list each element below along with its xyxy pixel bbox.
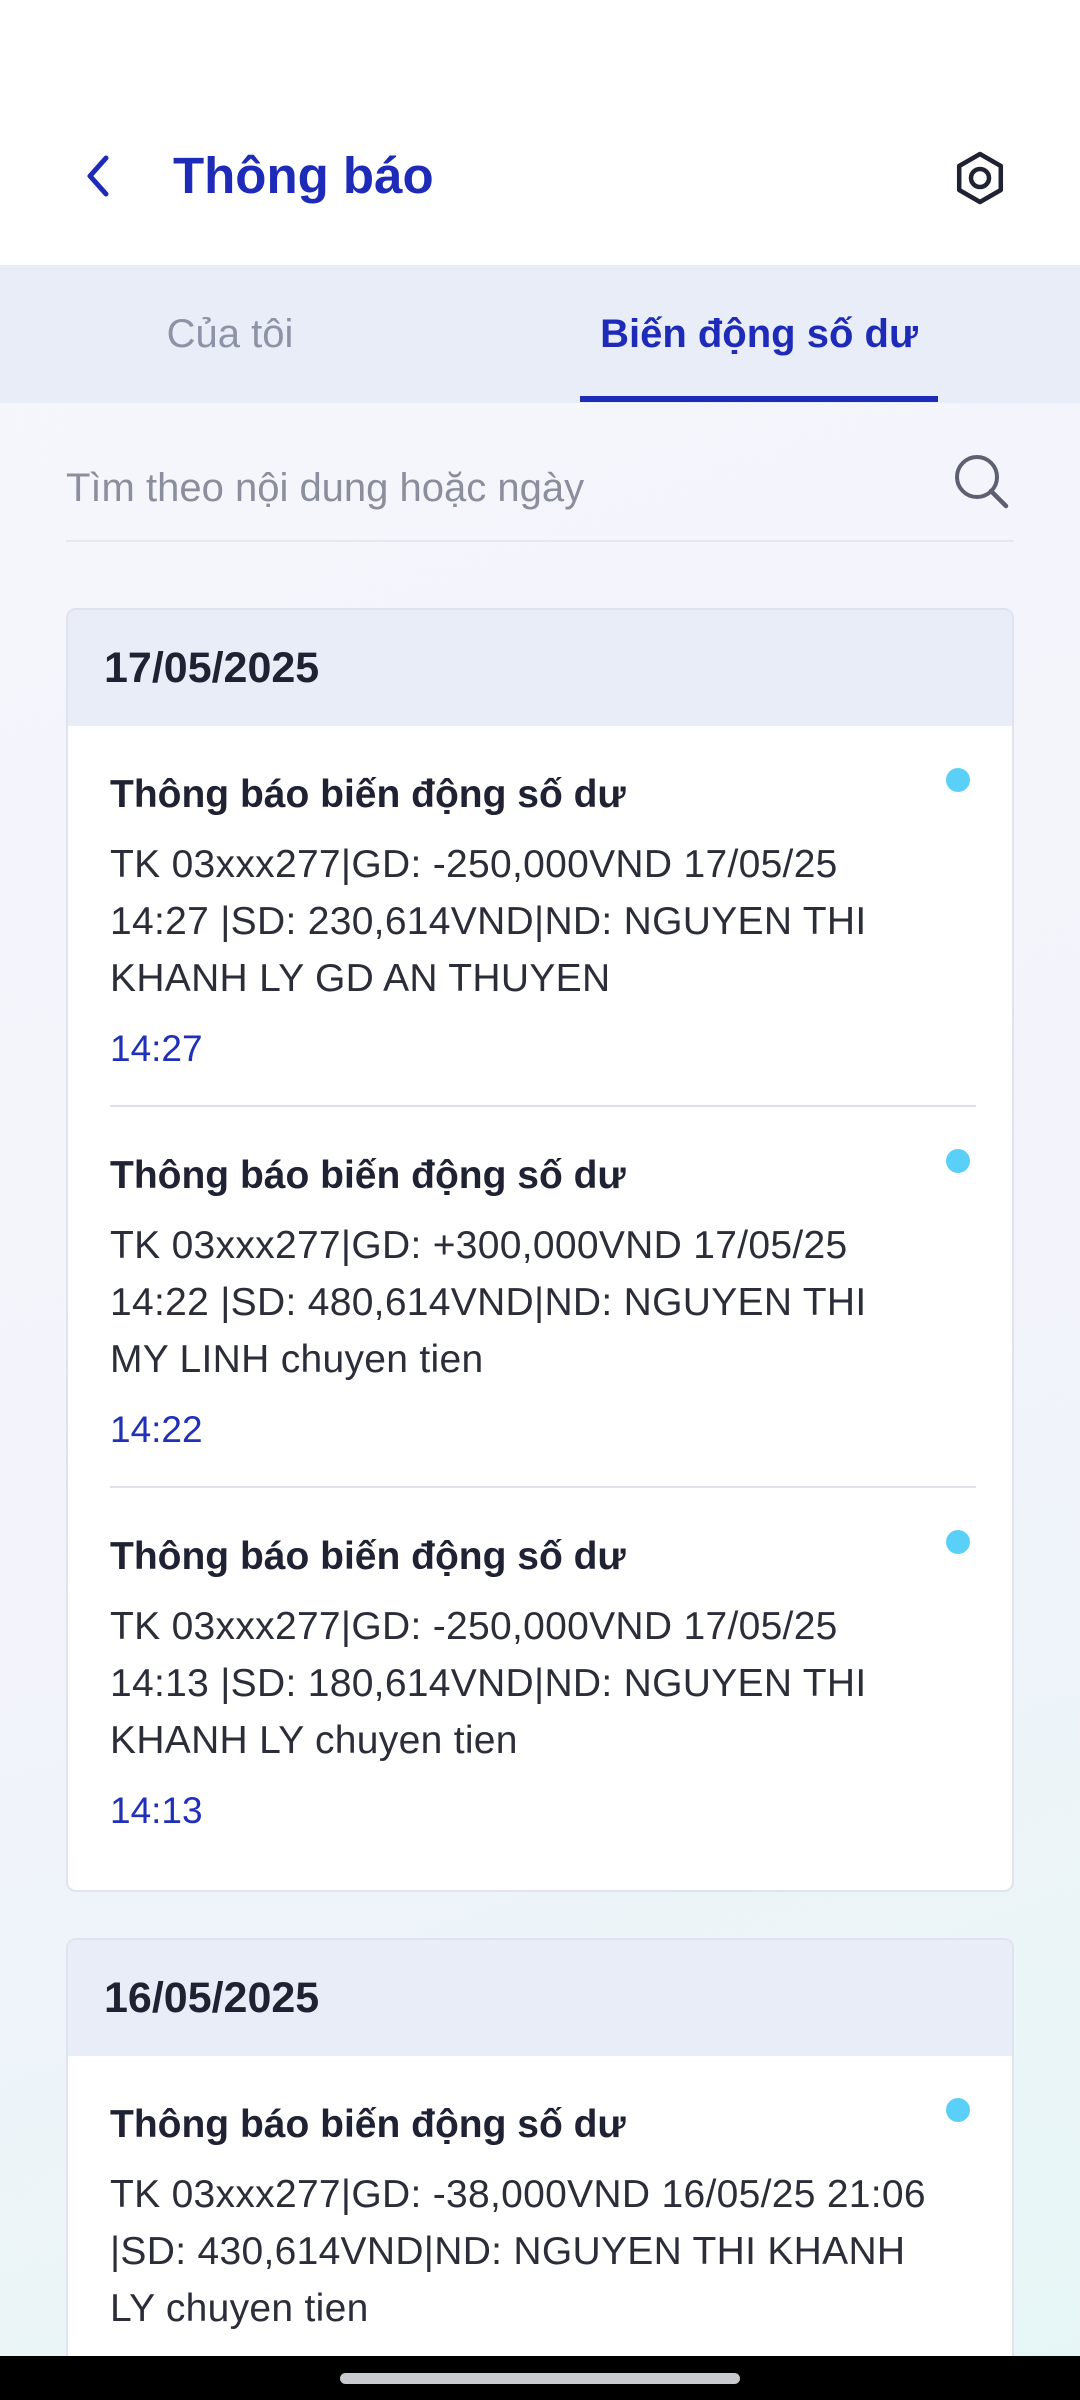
notification-item[interactable]: Thông báo biến động số dư TK 03xxx277|GD… [110, 1488, 976, 1843]
notification-title: Thông báo biến động số dư [110, 1154, 626, 1197]
notification-body: TK 03xxx277|GD: -38,000VND 16/05/25 21:0… [110, 2173, 926, 2330]
notification-group: 17/05/2025 Thông báo biến động số dư TK … [66, 608, 1014, 1892]
notification-time: 14:13 [110, 1790, 203, 1831]
unread-dot-icon [946, 768, 970, 792]
search-bar [66, 438, 1014, 542]
notification-title: Thông báo biến động số dư [110, 1535, 626, 1578]
tab-bien-dong-so-du[interactable]: Biến động số dư [580, 265, 938, 403]
group-date: 16/05/2025 [68, 1940, 1012, 2056]
chevron-left-icon [87, 155, 109, 197]
notification-time: 14:22 [110, 1409, 203, 1450]
notification-item[interactable]: Thông báo biến động số dư TK 03xxx277|GD… [110, 2056, 976, 2337]
notification-body: TK 03xxx277|GD: -250,000VND 17/05/25 14:… [110, 843, 867, 1000]
notification-time: 14:27 [110, 1028, 203, 1069]
tab-cua-toi[interactable]: Của tôi [80, 265, 380, 403]
notification-group: 16/05/2025 Thông báo biến động số dư TK … [66, 1938, 1014, 2400]
unread-dot-icon [946, 2098, 970, 2122]
settings-button[interactable] [944, 142, 1016, 214]
notification-title: Thông báo biến động số dư [110, 773, 626, 816]
back-button[interactable] [62, 140, 134, 212]
gear-icon [956, 151, 1004, 205]
notification-body: TK 03xxx277|GD: +300,000VND 17/05/25 14:… [110, 1224, 867, 1381]
tab-bar: Của tôi Biến động số dư [0, 265, 1080, 403]
home-indicator[interactable] [340, 2373, 740, 2384]
unread-dot-icon [946, 1149, 970, 1173]
notification-item[interactable]: Thông báo biến động số dư TK 03xxx277|GD… [110, 1107, 976, 1488]
notification-body: TK 03xxx277|GD: -250,000VND 17/05/25 14:… [110, 1605, 867, 1762]
search-input[interactable] [66, 448, 916, 528]
notification-item[interactable]: Thông báo biến động số dư TK 03xxx277|GD… [110, 726, 976, 1107]
app-header: Thông báo [0, 0, 1080, 265]
active-tab-indicator [580, 396, 938, 402]
notification-title: Thông báo biến động số dư [110, 2103, 626, 2146]
group-date: 17/05/2025 [68, 610, 1012, 726]
page-title: Thông báo [173, 147, 434, 204]
search-icon[interactable] [950, 450, 1014, 514]
unread-dot-icon [946, 1530, 970, 1554]
